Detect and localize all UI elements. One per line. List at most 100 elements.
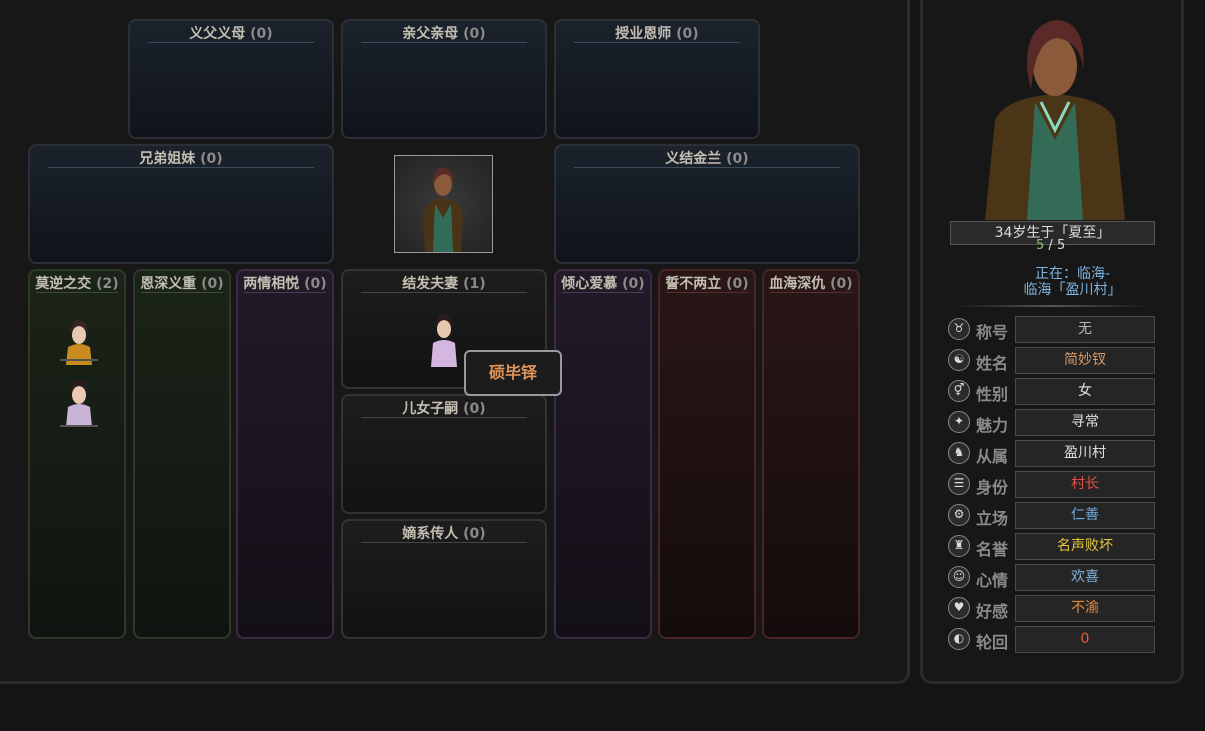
attribute-row: ♜ 名誉 名声败坏	[948, 533, 1156, 561]
character-portrait-icon	[423, 167, 463, 252]
location-line1: 正在：临海-	[1034, 266, 1111, 282]
attribute-value: 欢喜	[1015, 564, 1155, 591]
attribute-label: 魅力	[976, 416, 1009, 435]
attribute-value: 女	[1015, 378, 1155, 405]
name-icon: ☯	[948, 349, 970, 371]
name-tooltip: 䂵毕铎	[464, 350, 562, 396]
attribute-value: 名声败坏	[1015, 533, 1155, 560]
status-icon: ☰	[948, 473, 970, 495]
box-title: 兄弟姐妹	[139, 151, 196, 167]
box-admire[interactable]: 倾心爱慕 (0)	[554, 269, 652, 639]
title-icon: ♉	[948, 318, 970, 340]
hp-separator: /	[1044, 238, 1057, 253]
box-count: (0)	[463, 26, 486, 42]
box-count: (0)	[622, 276, 645, 292]
divider	[955, 305, 1150, 307]
box-sworn-siblings[interactable]: 义结金兰 (0)	[554, 144, 860, 264]
box-close-friends[interactable]: 莫逆之交 (2)	[28, 269, 126, 639]
attribute-label: 姓名	[976, 354, 1009, 373]
attribute-value: 寻常	[1015, 409, 1155, 436]
box-title: 结发夫妻	[402, 276, 459, 292]
box-title: 授业恩师	[615, 26, 672, 42]
attribute-label: 性别	[976, 385, 1009, 404]
box-count: (0)	[830, 276, 853, 292]
friend-avatar[interactable]	[56, 373, 102, 427]
box-title: 义父义母	[189, 26, 246, 42]
box-mutual-love[interactable]: 两情相悦 (0)	[236, 269, 334, 639]
box-count: (0)	[304, 276, 327, 292]
box-count: (0)	[250, 26, 273, 42]
box-count: (0)	[200, 151, 223, 167]
location: 正在：临海- 临海「盈川村」	[960, 266, 1185, 298]
attribute-label: 轮回	[976, 633, 1009, 652]
attribute-value: 0	[1015, 626, 1155, 653]
npc-avatar-icon	[60, 319, 98, 365]
hp-max: 5	[1056, 238, 1066, 253]
attribute-row: ♉ 称号无	[948, 316, 1156, 344]
attribute-value: 仁善	[1015, 502, 1155, 529]
reputation-icon: ♜	[948, 535, 970, 557]
hp-counter: 5 / 5	[1036, 238, 1065, 253]
location-line2: 临海「盈川村」	[1023, 282, 1122, 298]
attribute-value: 简妙钗	[1015, 347, 1155, 374]
box-title: 嫡系传人	[402, 526, 459, 542]
box-count: (0)	[726, 151, 749, 167]
npc-avatar-icon	[431, 313, 457, 367]
attribute-label: 心情	[976, 571, 1009, 590]
box-blood-feud[interactable]: 血海深仇 (0)	[762, 269, 860, 639]
attribute-row: ☰ 身份 村长	[948, 471, 1156, 499]
box-adoptive-parents[interactable]: 义父义母 (0)	[128, 19, 334, 139]
box-birth-parents[interactable]: 亲父亲母 (0)	[341, 19, 547, 139]
attribute-label: 称号	[976, 323, 1009, 342]
box-children[interactable]: 儿女子嗣 (0)	[341, 394, 547, 514]
affiliation-icon: ♞	[948, 442, 970, 464]
box-title: 两情相悦	[243, 276, 300, 292]
box-title: 义结金兰	[665, 151, 722, 167]
character-portrait-icon	[985, 20, 1125, 220]
attribute-row: ◐ 轮回 0	[948, 626, 1156, 654]
box-title: 亲父亲母	[402, 26, 459, 42]
favor-icon: ♥	[948, 597, 970, 619]
box-siblings[interactable]: 兄弟姐妹 (0)	[28, 144, 334, 264]
box-heirs[interactable]: 嫡系传人 (0)	[341, 519, 547, 639]
mood-icon: ☺	[948, 566, 970, 588]
box-count: (2)	[96, 276, 119, 292]
attribute-label: 名誉	[976, 540, 1009, 559]
attribute-value: 无	[1015, 316, 1155, 343]
charm-icon: ✦	[948, 411, 970, 433]
attribute-row: ♥ 好感 不渝	[948, 595, 1156, 623]
attribute-row: ☯ 姓名 简妙钗	[948, 347, 1156, 375]
box-title: 恩深义重	[140, 276, 197, 292]
npc-avatar-icon	[60, 379, 98, 427]
attribute-value: 村长	[1015, 471, 1155, 498]
box-mentor[interactable]: 授业恩师 (0)	[554, 19, 760, 139]
reincarnation-icon: ◐	[948, 628, 970, 650]
attribute-label: 身份	[976, 478, 1009, 497]
attribute-row: ⚙ 立场 仁善	[948, 502, 1156, 530]
box-count: (0)	[201, 276, 224, 292]
attribute-row: ☺ 心情 欢喜	[948, 564, 1156, 592]
box-title: 莫逆之交	[35, 276, 92, 292]
box-count: (1)	[463, 276, 486, 292]
attribute-row: ✦ 魅力 寻常	[948, 409, 1156, 437]
attribute-label: 从属	[976, 447, 1009, 466]
box-title: 儿女子嗣	[402, 401, 459, 417]
box-count: (0)	[676, 26, 699, 42]
box-count: (0)	[463, 526, 486, 542]
friend-avatar[interactable]	[56, 313, 102, 365]
box-benefactors[interactable]: 恩深义重 (0)	[133, 269, 231, 639]
spouse-avatar[interactable]	[421, 309, 467, 367]
attribute-value: 不渝	[1015, 595, 1155, 622]
box-enemies[interactable]: 誓不两立 (0)	[658, 269, 756, 639]
box-title: 血海深仇	[769, 276, 826, 292]
attribute-value: 盈川村	[1015, 440, 1155, 467]
attribute-label: 好感	[976, 602, 1009, 621]
center-character-portrait[interactable]	[394, 155, 493, 253]
box-title: 倾心爱慕	[561, 276, 618, 292]
character-portrait	[965, 10, 1145, 220]
gender-icon: ⚥	[948, 380, 970, 402]
attribute-row: ♞ 从属 盈川村	[948, 440, 1156, 468]
attribute-label: 立场	[976, 509, 1009, 528]
box-count: (0)	[726, 276, 749, 292]
box-count: (0)	[463, 401, 486, 417]
